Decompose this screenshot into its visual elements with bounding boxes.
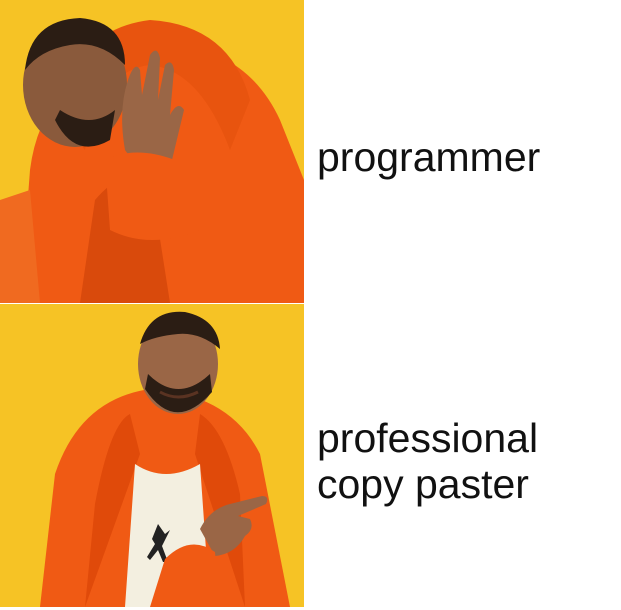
bottom-caption-line1: professional <box>317 415 539 461</box>
drake-meme: programmer professional copy paster <box>0 0 621 610</box>
approving-panel <box>0 304 304 607</box>
disapproving-panel <box>0 0 304 303</box>
top-caption: programmer <box>317 134 621 180</box>
top-caption-text: programmer <box>317 134 541 180</box>
bottom-caption-line2: copy paster <box>317 461 529 507</box>
drake-approve-image <box>0 304 304 607</box>
drake-disapprove-image <box>0 0 304 303</box>
bottom-caption: professional copy paster <box>317 415 621 507</box>
